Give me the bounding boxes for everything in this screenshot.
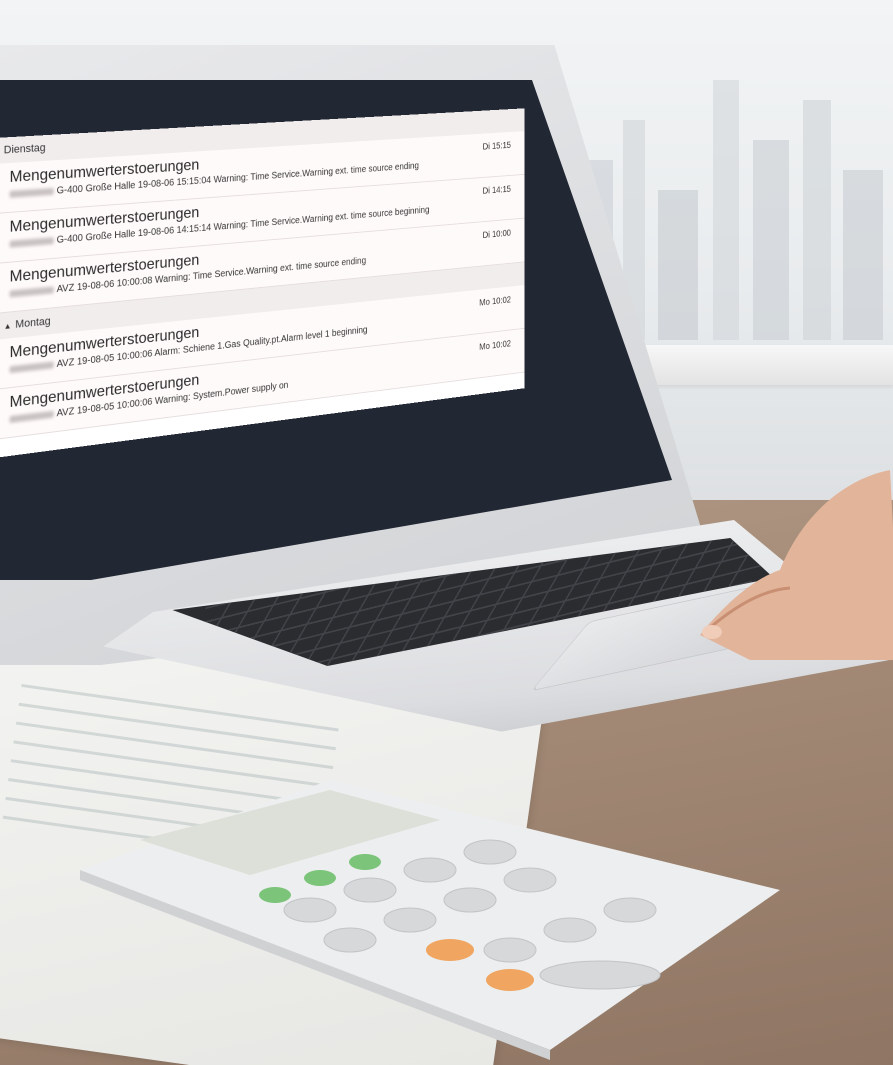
- notification-list: Dienstag Mengenumwerterstoerungen G-400 …: [0, 108, 525, 459]
- redacted-text: [9, 237, 54, 248]
- redacted-text: [9, 286, 54, 298]
- triangle-down-icon[interactable]: ▲: [4, 321, 12, 331]
- hand: [700, 470, 893, 660]
- photo-scene: Dienstag Mengenumwerterstoerungen G-400 …: [0, 0, 893, 1065]
- redacted-text: [9, 361, 54, 374]
- group-label: Dienstag: [3, 142, 46, 157]
- calculator: [80, 780, 780, 1060]
- group-label: Montag: [15, 315, 51, 331]
- notification-time: Di 15:15: [482, 140, 511, 153]
- redacted-text: [9, 187, 54, 198]
- redacted-text: [9, 410, 54, 423]
